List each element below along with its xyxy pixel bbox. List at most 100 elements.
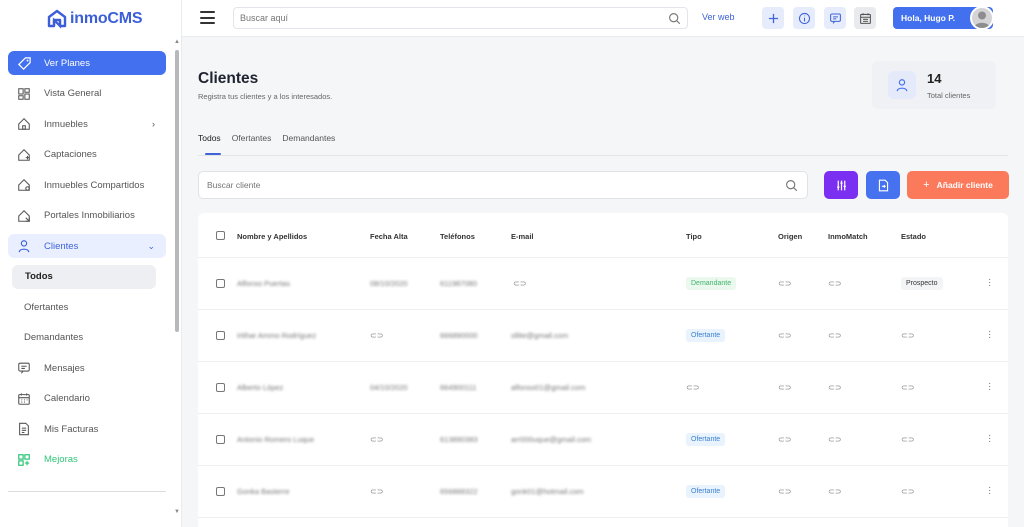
table-row[interactable]: Irtihar Ammo Rodríguez ⊂⊃ 666890000 olli…: [198, 310, 1008, 362]
sidebar-scrollbar[interactable]: [175, 50, 179, 332]
sidebar-item-mensajes[interactable]: Mensajes: [8, 356, 166, 380]
col-estado[interactable]: Estado: [901, 232, 926, 241]
total-clients-card: 14 Total clientes: [872, 61, 996, 109]
topbar: Ver web Hola, Hugo P.: [182, 0, 1024, 37]
ver-web-link[interactable]: Ver web: [702, 12, 735, 22]
link-icon: ⊂⊃: [828, 383, 842, 392]
sidebar-item-calendario[interactable]: Calendario: [8, 387, 166, 411]
row-checkbox[interactable]: [216, 487, 225, 496]
home-icon: [16, 116, 32, 132]
select-all-checkbox[interactable]: [216, 231, 225, 240]
sidebar-item-mis-facturas[interactable]: Mis Facturas: [8, 417, 166, 441]
user-greeting: Hola, Hugo P.: [901, 13, 956, 23]
table-row[interactable]: Alfonso Puertas 08/10/2020 611987080 ⊂⊃ …: [198, 258, 1008, 310]
tipo-badge: Demandante: [686, 277, 737, 290]
link-icon: ⊂⊃: [370, 435, 384, 444]
col-inmomatch[interactable]: InmoMatch: [828, 232, 868, 241]
menu-icon[interactable]: [200, 11, 215, 24]
tab-todos[interactable]: Todos: [198, 133, 221, 143]
tag-icon: [16, 55, 32, 71]
sidebar-item-clientes[interactable]: Clientes ⌄: [8, 234, 166, 258]
tab-demandantes[interactable]: Demandantes: [282, 133, 335, 143]
more-options-icon[interactable]: · · ·: [988, 379, 991, 395]
sidebar-item-captaciones[interactable]: Captaciones: [8, 143, 166, 167]
user-avatar-icon: [974, 11, 990, 28]
client-name[interactable]: Irtihar Ammo Rodríguez: [237, 331, 316, 340]
link-icon: ⊂⊃: [828, 279, 842, 288]
col-telefonos[interactable]: Teléfonos: [440, 232, 475, 241]
client-search-input[interactable]: [199, 172, 769, 198]
row-checkbox[interactable]: [216, 435, 225, 444]
home-plus-icon: [16, 147, 32, 163]
table-row[interactable]: Gonka Basterre ⊂⊃ 656888322 gonk01@hotma…: [198, 466, 1008, 518]
sidebar-item-ver-planes[interactable]: Ver Planes: [8, 51, 166, 75]
tipo-badge: Ofertante: [686, 329, 726, 342]
col-nombre[interactable]: Nombre y Apellidos: [237, 232, 307, 241]
sidebar-subitem-todos[interactable]: Todos: [12, 264, 156, 289]
client-tel: 666890000: [440, 331, 478, 340]
info-button[interactable]: [793, 7, 815, 29]
chevron-right-icon: ›: [152, 119, 155, 129]
client-name[interactable]: Alfonso Puertas: [237, 279, 290, 288]
row-checkbox[interactable]: [216, 279, 225, 288]
row-checkbox[interactable]: [216, 331, 225, 340]
sidebar-item-inmuebles[interactable]: Inmuebles ›: [8, 112, 166, 136]
link-icon: ⊂⊃: [370, 331, 384, 340]
client-search[interactable]: [198, 171, 808, 199]
link-icon: ⊂⊃: [828, 435, 842, 444]
home-portal-icon: [16, 208, 32, 224]
sidebar-item-portales-inmobiliarios[interactable]: Portales Inmobiliarios: [8, 204, 166, 228]
logo-icon: [47, 9, 67, 29]
app-name: inmoCMS: [70, 10, 143, 27]
client-email: alfonso01@gmail.com: [511, 383, 586, 392]
more-options-icon[interactable]: · · ·: [988, 327, 991, 343]
col-tipo[interactable]: Tipo: [686, 232, 702, 241]
client-name[interactable]: Alberto López: [237, 383, 283, 392]
client-name[interactable]: Antonio Romero Luque: [237, 435, 314, 444]
client-tabs: Todos Ofertantes Demandantes: [198, 133, 346, 143]
total-clients-label: Total clientes: [927, 91, 971, 100]
link-icon: ⊂⊃: [901, 435, 915, 444]
col-origen[interactable]: Origen: [778, 232, 802, 241]
row-checkbox[interactable]: [216, 383, 225, 392]
user-icon: [888, 71, 916, 99]
more-options-icon[interactable]: · · ·: [988, 275, 991, 291]
message-icon: [829, 13, 841, 24]
sidebar-item-label: Vista General: [44, 88, 102, 99]
search-icon[interactable]: [785, 179, 798, 197]
sidebar-item-inmuebles-compartidos[interactable]: Inmuebles Compartidos: [8, 173, 166, 197]
messages-button[interactable]: [824, 7, 846, 29]
app-logo[interactable]: inmoCMS: [47, 9, 143, 29]
total-clients-value: 14: [927, 71, 942, 86]
link-icon: ⊂⊃: [828, 331, 842, 340]
client-name[interactable]: Gonka Basterre: [237, 487, 290, 496]
col-fecha-alta[interactable]: Fecha Alta: [370, 232, 408, 241]
add-button[interactable]: [762, 7, 784, 29]
calendar-button[interactable]: [854, 7, 876, 29]
sidebar-subitem-demandantes[interactable]: Demandantes: [8, 326, 166, 350]
col-email[interactable]: E-mail: [511, 232, 534, 241]
table-row[interactable]: Antonio Romero Luque ⊂⊃ 613890383 arr000…: [198, 414, 1008, 466]
search-icon[interactable]: [668, 12, 681, 30]
more-options-icon[interactable]: · · ·: [988, 483, 991, 499]
sidebar-item-label: Calendario: [44, 393, 90, 404]
sidebar-subitem-ofertantes[interactable]: Ofertantes: [8, 295, 166, 319]
global-search-input[interactable]: [234, 8, 654, 28]
export-button[interactable]: [866, 171, 900, 199]
global-search[interactable]: [233, 7, 688, 29]
filter-button[interactable]: [824, 171, 858, 199]
table-row[interactable]: Alberto López 04/10/2020 664900111 alfon…: [198, 362, 1008, 414]
avatar[interactable]: [970, 6, 994, 30]
sidebar-item-label: Demandantes: [24, 332, 84, 343]
user-icon: [16, 238, 32, 254]
sidebar-item-vista-general[interactable]: Vista General: [8, 82, 166, 106]
sidebar-item-mejoras[interactable]: Mejoras: [8, 448, 166, 472]
link-icon: ⊂⊃: [778, 279, 792, 288]
tab-ofertantes[interactable]: Ofertantes: [232, 133, 272, 143]
scroll-up-arrow[interactable]: ▲: [174, 39, 180, 45]
clients-table: Nombre y Apellidos Fecha Alta Teléfonos …: [198, 213, 1008, 527]
more-options-icon[interactable]: · · ·: [988, 431, 991, 447]
table-header: Nombre y Apellidos Fecha Alta Teléfonos …: [198, 213, 1008, 258]
add-client-button[interactable]: + Añadir cliente: [907, 171, 1009, 199]
scroll-down-arrow[interactable]: ▼: [174, 509, 180, 515]
